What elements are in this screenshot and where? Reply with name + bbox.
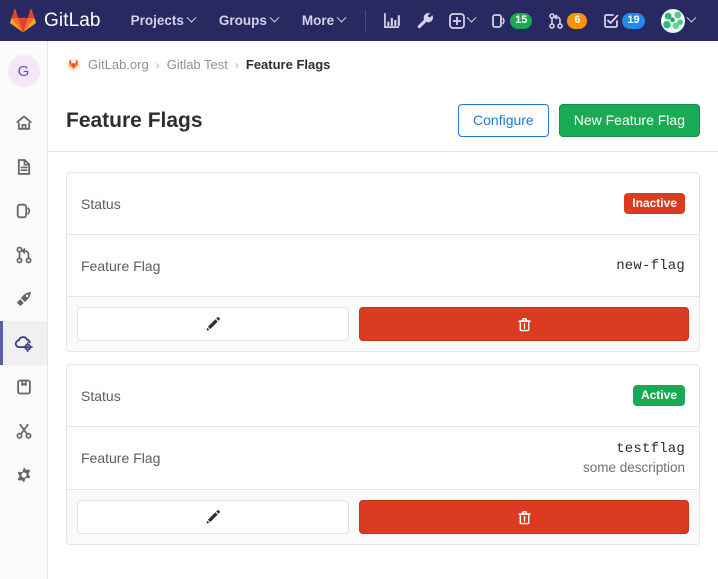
todos-button[interactable]: 19 bbox=[596, 8, 651, 34]
breadcrumb-current-page: Feature Flags bbox=[246, 57, 331, 72]
main-content: GitLab.org › Gitlab Test › Feature Flags… bbox=[48, 41, 718, 579]
plus-square-icon bbox=[449, 13, 465, 29]
brand-name: GitLab bbox=[44, 10, 101, 32]
page-header: Feature Flags Configure New Feature Flag bbox=[48, 86, 718, 152]
delete-feature-flag-button[interactable] bbox=[359, 500, 689, 534]
status-row: Status Inactive bbox=[67, 173, 699, 235]
rocket-icon bbox=[15, 290, 33, 308]
nav-more[interactable]: More bbox=[290, 0, 357, 41]
trash-icon bbox=[517, 510, 532, 525]
package-icon bbox=[15, 378, 33, 396]
feature-flag-description: some description bbox=[583, 460, 685, 475]
navbar-action-icons: 15 6 19 bbox=[376, 4, 702, 38]
chevron-down-icon bbox=[467, 13, 477, 23]
nav-projects-label: Projects bbox=[131, 13, 184, 28]
edit-feature-flag-button[interactable] bbox=[77, 307, 349, 341]
sidebar-item-operations[interactable] bbox=[0, 321, 47, 365]
delete-feature-flag-button[interactable] bbox=[359, 307, 689, 341]
feature-flag-name: new-flag bbox=[616, 258, 685, 274]
gitlab-app-window: GitLab Projects Groups More bbox=[0, 0, 718, 579]
todos-count-badge: 19 bbox=[622, 13, 644, 29]
status-label: Status bbox=[81, 388, 121, 404]
project-sidebar: G bbox=[0, 41, 48, 579]
sidebar-item-snippets[interactable] bbox=[0, 409, 47, 453]
pencil-icon bbox=[205, 509, 221, 525]
status-row: Status Active bbox=[67, 365, 699, 427]
primary-nav-links: Projects Groups More bbox=[119, 0, 358, 41]
breadcrumb-project-link[interactable]: Gitlab Test bbox=[167, 57, 228, 72]
project-avatar[interactable]: G bbox=[8, 55, 40, 87]
feature-flag-meta: testflag some description bbox=[583, 441, 685, 475]
user-avatar bbox=[661, 9, 685, 33]
nav-groups[interactable]: Groups bbox=[207, 0, 290, 41]
merge-request-icon bbox=[15, 246, 33, 264]
navbar-divider bbox=[365, 10, 366, 32]
status-badge: Active bbox=[633, 385, 685, 406]
analytics-button[interactable] bbox=[376, 7, 407, 34]
configure-button[interactable]: Configure bbox=[458, 104, 549, 137]
status-label: Status bbox=[81, 196, 121, 212]
gitlab-home-link[interactable]: GitLab bbox=[10, 8, 101, 33]
feature-flag-card: Status Active Feature Flag testflag some… bbox=[66, 364, 700, 545]
sidebar-item-issues[interactable] bbox=[0, 189, 47, 233]
feature-flag-row: Feature Flag testflag some description bbox=[67, 427, 699, 490]
feature-flags-list: Status Inactive Feature Flag new-flag bbox=[48, 152, 718, 545]
feature-flag-row: Feature Flag new-flag bbox=[67, 235, 699, 297]
issues-count-badge: 15 bbox=[510, 13, 532, 29]
wrench-icon bbox=[416, 12, 433, 29]
breadcrumb-separator: › bbox=[156, 58, 160, 72]
chevron-down-icon bbox=[337, 13, 347, 23]
edit-feature-flag-button[interactable] bbox=[77, 500, 349, 534]
pencil-icon bbox=[205, 316, 221, 332]
feature-flag-meta: new-flag bbox=[616, 258, 685, 274]
feature-flag-card: Status Inactive Feature Flag new-flag bbox=[66, 172, 700, 352]
gitlab-group-avatar-icon bbox=[66, 57, 81, 72]
gear-icon bbox=[15, 466, 33, 484]
card-actions bbox=[67, 490, 699, 544]
new-feature-flag-button[interactable]: New Feature Flag bbox=[559, 104, 700, 137]
issues-icon bbox=[15, 202, 33, 220]
admin-area-button[interactable] bbox=[409, 7, 440, 34]
page-header-actions: Configure New Feature Flag bbox=[458, 104, 700, 137]
trash-icon bbox=[517, 317, 532, 332]
feature-flag-label: Feature Flag bbox=[81, 450, 160, 466]
sidebar-item-packages[interactable] bbox=[0, 365, 47, 409]
sidebar-item-project-overview[interactable] bbox=[0, 101, 47, 145]
nav-projects[interactable]: Projects bbox=[119, 0, 207, 41]
gitlab-tanuki-logo-icon bbox=[10, 8, 36, 33]
sidebar-item-repository[interactable] bbox=[0, 145, 47, 189]
card-actions bbox=[67, 297, 699, 351]
nav-more-label: More bbox=[302, 13, 334, 28]
breadcrumb: GitLab.org › Gitlab Test › Feature Flags bbox=[48, 41, 718, 72]
home-icon bbox=[15, 114, 33, 132]
merge-requests-count-badge: 6 bbox=[567, 13, 587, 29]
document-icon bbox=[15, 158, 33, 176]
merge-request-icon bbox=[548, 13, 564, 29]
issues-icon bbox=[491, 13, 507, 29]
sidebar-item-ci-cd[interactable] bbox=[0, 277, 47, 321]
todo-checkbox-icon bbox=[603, 13, 619, 29]
issues-button[interactable]: 15 bbox=[484, 8, 539, 34]
sidebar-item-merge-requests[interactable] bbox=[0, 233, 47, 277]
cloud-gear-icon bbox=[14, 334, 33, 353]
breadcrumb-separator: › bbox=[235, 58, 239, 72]
top-navbar: GitLab Projects Groups More bbox=[0, 0, 718, 41]
feature-flag-label: Feature Flag bbox=[81, 258, 160, 274]
breadcrumb-group-link[interactable]: GitLab.org bbox=[88, 57, 149, 72]
page-title: Feature Flags bbox=[66, 109, 203, 133]
sidebar-item-settings[interactable] bbox=[0, 453, 47, 497]
user-menu-button[interactable] bbox=[654, 4, 702, 38]
scissors-icon bbox=[15, 422, 33, 440]
chevron-down-icon bbox=[186, 13, 196, 23]
project-avatar-wrap: G bbox=[0, 51, 47, 101]
chevron-down-icon bbox=[269, 13, 279, 23]
chart-icon bbox=[383, 12, 400, 29]
merge-requests-button[interactable]: 6 bbox=[541, 8, 594, 34]
create-new-button[interactable] bbox=[442, 8, 482, 34]
nav-groups-label: Groups bbox=[219, 13, 267, 28]
feature-flag-name: testflag bbox=[583, 441, 685, 457]
chevron-down-icon bbox=[686, 13, 696, 23]
status-badge: Inactive bbox=[624, 193, 685, 214]
